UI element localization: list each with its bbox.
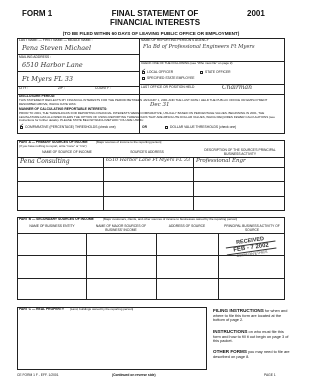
- city-label: CITY :: [19, 86, 29, 90]
- check-mark-icon: ✓: [19, 123, 24, 129]
- part-a-note: [Major sources of income to the reportin…: [96, 140, 162, 144]
- part-c-note: [Land, buildings owned by the reporting …: [70, 307, 134, 311]
- filing-instructions: FILING INSTRUCTIONS for when and where t…: [213, 308, 288, 323]
- method-text: PRIOR TO 2001, THE THRESHOLDS FOR REPORT…: [19, 111, 275, 123]
- city-value[interactable]: Ft Myers FL 33: [22, 75, 73, 83]
- county-label: COUNTY :: [95, 86, 111, 90]
- specified-employee-checkbox[interactable]: [142, 77, 145, 80]
- footer-continued: (Continued on reverse side): [112, 373, 156, 377]
- part-c-box: [17, 307, 207, 370]
- form-year: 2001: [247, 9, 265, 18]
- form-title: FINAL STATEMENT OF FINANCIAL INTERESTS: [109, 9, 201, 27]
- part-b-note: [Major customers, clients, and other sou…: [103, 217, 238, 221]
- local-officer-label: LOCAL OFFICER: [147, 70, 174, 74]
- dollar-value-checkbox[interactable]: [165, 126, 168, 129]
- check-mark-icon: ✓: [141, 68, 146, 74]
- part-c-heading: PART C — REAL PROPERTY: [19, 307, 65, 311]
- state-officer-checkbox[interactable]: [200, 71, 203, 74]
- name-label: LAST NAME — FIRST NAME — MIDDLE NAME :: [19, 38, 93, 42]
- part-a-row-name[interactable]: Pena Consulting: [20, 158, 70, 165]
- disclosure-date-value[interactable]: Dec 31: [150, 102, 170, 108]
- footer-form-id: CE FORM 1 F - EFF. 1/2001: [17, 373, 59, 377]
- part-a-col-name: NAME OF SOURCE OF INCOME: [42, 150, 92, 154]
- comparative-label: COMPARATIVE (PERCENTAGE) THRESHOLDS (che…: [25, 125, 116, 129]
- form-number: FORM 1: [22, 9, 53, 18]
- zip-label: ZIP :: [58, 86, 65, 90]
- part-b-col-entity: NAME OF BUSINESS ENTITY: [29, 224, 75, 228]
- part-a-row-address[interactable]: 6510 Harbor Lane Ft Myers FL 33: [106, 158, 192, 163]
- part-b-col-activity: PRINCIPAL BUSINESS ACTIVITY OF SOURCE: [224, 224, 280, 232]
- address-value[interactable]: 6510 Harbor Lane: [22, 61, 83, 69]
- part-a-row-activity[interactable]: Professional Engr: [196, 158, 246, 164]
- agency-label: NAME OF REPORTING PERSON'S AGENCY: [141, 38, 209, 42]
- check-one-label: CHECK ONE OF THE FOLLOWING (see "Who mus…: [141, 61, 234, 65]
- general-instructions: INSTRUCTIONS on who must file this form …: [213, 329, 289, 344]
- state-officer-label: STATE OFFICER: [205, 70, 231, 74]
- agency-value[interactable]: Fla Bd of Professional Engineers Ft Myer…: [143, 44, 283, 50]
- position-label: LAST OFFICE OR POSITION HELD: [141, 85, 195, 89]
- part-b-col-address: ADDRESS OF SOURCE: [168, 224, 206, 228]
- part-a-col-address: SOURCE'S ADDRESS: [130, 150, 164, 154]
- part-a-col-activity: DESCRIPTION OF THE SOURCE'S PRINCIPAL BU…: [204, 148, 276, 156]
- footer-page: PAGE 1: [264, 373, 276, 377]
- name-value[interactable]: Pena Steven Michael: [22, 44, 91, 52]
- or-label: OR: [142, 125, 147, 129]
- form-subtitle: (TO BE FILED WITHIN 60 DAYS OF LEAVING P…: [62, 31, 240, 36]
- form-page: FORM 1 FINAL STATEMENT OF FINANCIAL INTE…: [0, 0, 298, 386]
- specified-employee-label: SPECIFIED STATE EMPLOYEE: [147, 76, 195, 80]
- dollar-value-label: DOLLAR VALUE THRESHOLDS (check one): [170, 125, 237, 129]
- part-b-col-sources: NAME OF MAJOR SOURCES OF BUSINESS' INCOM…: [95, 224, 147, 232]
- mailing-label: MAILING ADDRESS :: [19, 55, 52, 59]
- position-value[interactable]: Chairman: [222, 84, 252, 91]
- part-b-heading: PART B — SECONDARY SOURCES OF INCOME: [19, 217, 94, 221]
- other-forms: OTHER FORMS you may need to file are des…: [213, 349, 290, 359]
- part-a-see-note: (If you have nothing to report, write "n…: [19, 144, 87, 148]
